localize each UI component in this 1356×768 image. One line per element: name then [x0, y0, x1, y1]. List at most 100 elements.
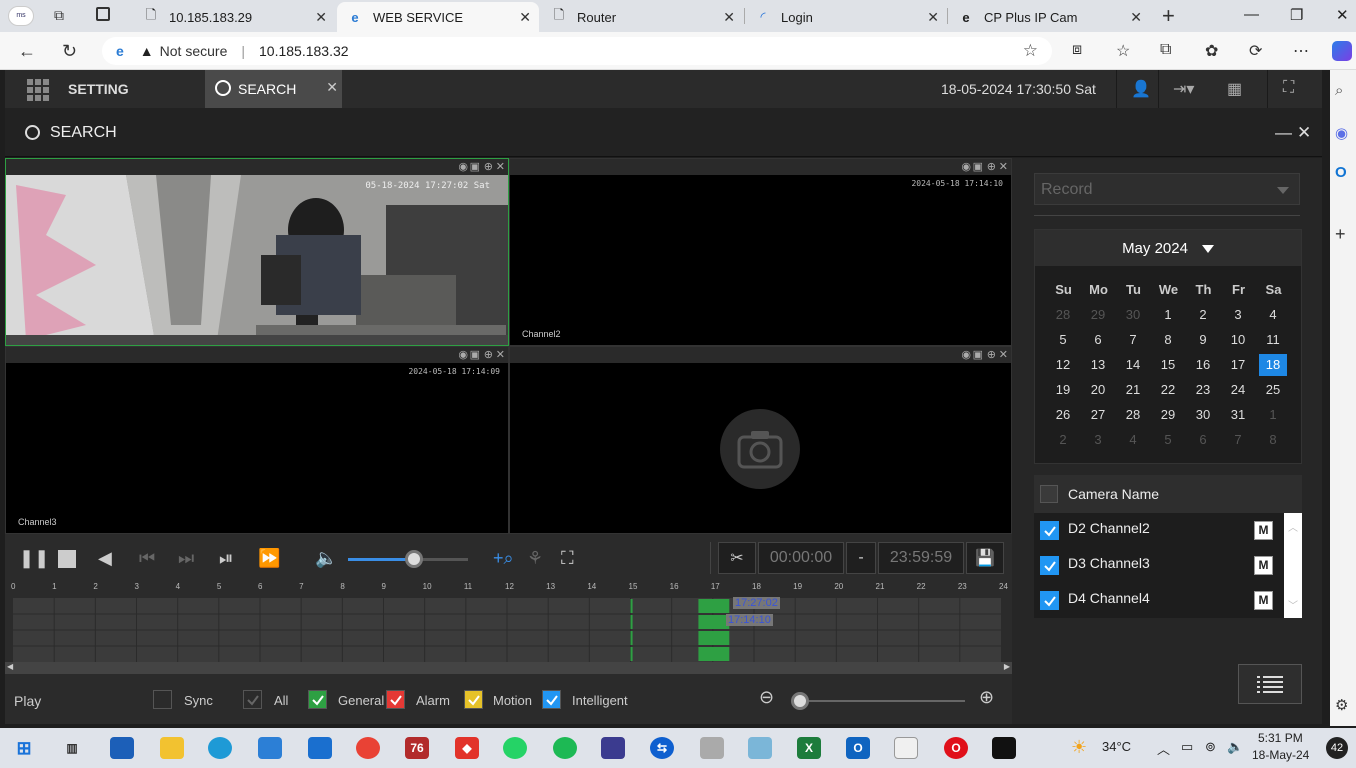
video-pane-2[interactable]: ◉ ▣ ⊕ ✕ 2024-05-18 17:14:10 Channel2: [509, 158, 1012, 346]
calendar-day[interactable]: 17: [1224, 354, 1252, 376]
snapshot-icon[interactable]: ▣: [470, 348, 480, 361]
scroll-down-icon[interactable]: ﹀: [1288, 597, 1298, 612]
volume-icon[interactable]: 🔈: [1227, 739, 1243, 755]
camera-checkbox[interactable]: [1040, 591, 1059, 610]
tab-login[interactable]: ◜ Login ✕: [745, 2, 947, 32]
battery-icon[interactable]: ▭: [1181, 739, 1193, 755]
calendar-day[interactable]: 30: [1119, 304, 1147, 326]
calendar-day[interactable]: 1: [1154, 304, 1182, 326]
clip-button[interactable]: ✂: [718, 542, 756, 574]
file-explorer-icon[interactable]: [160, 737, 184, 759]
close-icon[interactable]: ✕: [723, 9, 735, 26]
save-clip-icon[interactable]: 💾: [966, 542, 1004, 574]
copilot-sidebar-icon[interactable]: ◉: [1335, 124, 1348, 142]
eye-icon[interactable]: ◉: [961, 160, 971, 173]
calendar-day[interactable]: 29: [1154, 404, 1182, 426]
eye-icon[interactable]: ◉: [961, 348, 971, 361]
sync-checkbox[interactable]: [153, 690, 172, 709]
calendar-month-selector[interactable]: May 2024: [1035, 230, 1301, 266]
close-icon[interactable]: ✕: [496, 160, 505, 173]
outlook-icon[interactable]: O: [846, 737, 870, 759]
close-icon[interactable]: ✕: [927, 9, 939, 26]
restore-icon[interactable]: ❐: [1290, 6, 1303, 24]
task-view-icon[interactable]: ▥: [60, 737, 84, 759]
tab-10-185-183-29[interactable]: 🗋 10.185.183.29 ✕: [133, 2, 335, 32]
clip-start-time[interactable]: 00:00:00: [758, 542, 844, 574]
calendar-day[interactable]: 8: [1259, 429, 1287, 451]
refresh-icon[interactable]: ↻: [62, 41, 77, 62]
camera-row[interactable]: D3 Channel3 M: [1034, 550, 1284, 585]
calendar-day[interactable]: 24: [1224, 379, 1252, 401]
camera-row[interactable]: D2 Channel2 M: [1034, 515, 1284, 550]
app4-icon[interactable]: [894, 737, 918, 759]
camera-checkbox[interactable]: [1040, 521, 1059, 540]
camera-list-scrollbar[interactable]: ︿ ﹀: [1284, 513, 1302, 618]
calendar-day[interactable]: 4: [1119, 429, 1147, 451]
calendar-day[interactable]: 7: [1224, 429, 1252, 451]
camera-row[interactable]: D4 Channel4 M: [1034, 585, 1284, 620]
timeline-zoom-slider[interactable]: [795, 700, 965, 702]
calendar-day[interactable]: 12: [1049, 354, 1077, 376]
calendar-day[interactable]: 18: [1259, 354, 1287, 376]
network-icon[interactable]: ⊚: [1205, 739, 1216, 755]
close-icon[interactable]: ✕: [496, 348, 505, 361]
timeline-scrollbar[interactable]: ◀ ▶: [5, 662, 1012, 674]
notification-badge[interactable]: 42: [1326, 737, 1348, 759]
calendar-day[interactable]: 3: [1224, 304, 1252, 326]
workspaces-icon[interactable]: ⧉: [54, 7, 64, 24]
minimize-icon[interactable]: —: [1275, 123, 1292, 143]
calendar-day[interactable]: 19: [1049, 379, 1077, 401]
window-close-icon[interactable]: ✕: [1336, 6, 1349, 24]
video-pane-1[interactable]: ◉ ▣ ⊕ ✕ 05-18-2024 17:27:02 Sat: [5, 158, 509, 346]
main-stream-button[interactable]: M: [1254, 521, 1273, 540]
calendar-day[interactable]: 6: [1189, 429, 1217, 451]
chrome-icon[interactable]: [356, 737, 380, 759]
fast-forward-icon[interactable]: ⏩: [258, 548, 280, 569]
app3-icon[interactable]: [748, 737, 772, 759]
camera-checkbox[interactable]: [1040, 556, 1059, 575]
tab-cp-plus-ip-cam[interactable]: e CP Plus IP Cam ✕: [948, 2, 1150, 32]
select-all-cameras-checkbox[interactable]: [1040, 485, 1058, 503]
calendar-day[interactable]: 22: [1154, 379, 1182, 401]
url-text[interactable]: 10.185.183.32: [259, 43, 349, 59]
split-screen-icon[interactable]: ⧈: [1072, 41, 1082, 59]
windows-start-icon[interactable]: ⊞: [12, 737, 36, 759]
step-forward-icon[interactable]: ⏯: [219, 548, 233, 569]
scroll-left-icon[interactable]: ◀: [7, 662, 13, 671]
new-tab-button[interactable]: +: [1162, 3, 1175, 29]
snapshot-icon[interactable]: ▣: [973, 160, 983, 173]
calendar-day[interactable]: 2: [1189, 304, 1217, 326]
qr-code-icon[interactable]: ▦: [1227, 79, 1242, 99]
back-icon[interactable]: ←: [18, 41, 36, 62]
weather-icon[interactable]: ☀: [1071, 737, 1087, 758]
intelligent-checkbox[interactable]: [542, 690, 561, 709]
smart-search-icon[interactable]: ⚘: [527, 548, 543, 569]
tab-web-service[interactable]: e WEB SERVICE ✕: [337, 2, 539, 32]
collections-icon[interactable]: ⧉: [1160, 41, 1171, 59]
mail-icon[interactable]: [308, 737, 332, 759]
warning-icon[interactable]: ▲: [140, 43, 154, 59]
calendar-day[interactable]: 10: [1224, 329, 1252, 351]
timeline-grid[interactable]: [13, 598, 1001, 662]
settings-gear-icon[interactable]: ⚙: [1335, 696, 1348, 714]
store-icon[interactable]: [258, 737, 282, 759]
calendar-day[interactable]: 15: [1154, 354, 1182, 376]
reverse-play-icon[interactable]: ◀: [98, 548, 112, 569]
calendar-day[interactable]: 28: [1119, 404, 1147, 426]
logout-icon[interactable]: ⇥▾: [1173, 79, 1194, 99]
general-checkbox[interactable]: [308, 690, 327, 709]
calendar-day[interactable]: 31: [1224, 404, 1252, 426]
url-field[interactable]: e ▲ Not secure | 10.185.183.32 ☆: [102, 37, 1052, 65]
eye-icon[interactable]: ◉: [458, 348, 468, 361]
main-menu-grid-icon[interactable]: [27, 79, 49, 101]
ie-mode-icon[interactable]: e: [116, 43, 124, 59]
snapshot-icon[interactable]: ▣: [470, 160, 480, 173]
calendar-day[interactable]: 11: [1259, 329, 1287, 351]
calendar-day[interactable]: 26: [1049, 404, 1077, 426]
scroll-up-icon[interactable]: ︿: [1288, 519, 1298, 534]
close-icon[interactable]: ✕: [1297, 123, 1311, 143]
calendar-day[interactable]: 21: [1119, 379, 1147, 401]
calendar-day[interactable]: 6: [1084, 329, 1112, 351]
close-icon[interactable]: ✕: [1130, 9, 1142, 26]
calendar-day[interactable]: 13: [1084, 354, 1112, 376]
